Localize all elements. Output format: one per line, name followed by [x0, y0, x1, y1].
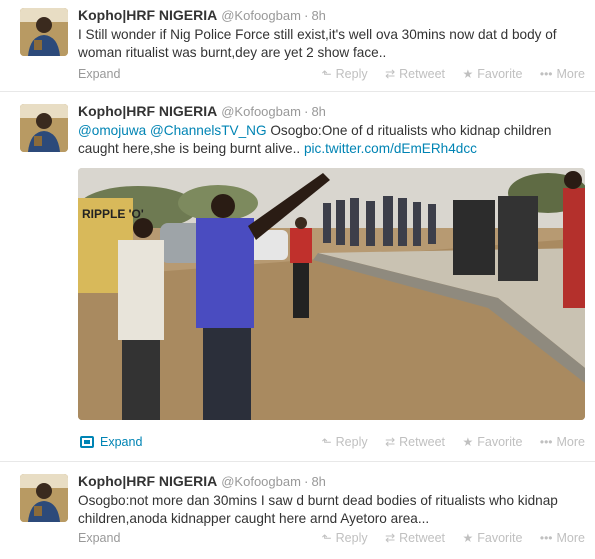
retweet-icon: ⇄ [385, 67, 396, 81]
timeline: Kopho|HRF NIGERIA @Kofoogbam · 8h I Still w… [0, 0, 595, 559]
reply-button[interactable]: ⬑ Reply [322, 531, 368, 545]
tweet-footer: Expand ⬑ Reply ⇄ Retweet ★ Favorite ••• More [78, 531, 585, 547]
username[interactable]: @Kofoogbam [221, 8, 301, 23]
expand-link[interactable]: Expand [100, 435, 142, 449]
username[interactable]: @Kofoogbam [221, 474, 301, 489]
more-button[interactable]: ••• More [540, 67, 585, 81]
retweet-icon: ⇄ [385, 435, 396, 449]
separator-dot: · [303, 104, 309, 119]
reply-label: Reply [335, 531, 368, 545]
favorite-button[interactable]: ★ Favorite [463, 435, 523, 449]
tweet-footer: Expand ⬑ Reply ⇄ Retweet ★ Favorite ••• More [78, 67, 585, 83]
fullname[interactable]: Kopho|HRF NIGERIA [78, 7, 217, 23]
tweet-content: Kopho|HRF NIGERIA @Kofoogbam · 8h Osogbo:no… [78, 472, 585, 528]
retweet-button[interactable]: ⇄ Retweet [385, 435, 445, 449]
pic-link[interactable]: pic.twitter.com/dEmERh4dcc [304, 141, 477, 156]
more-icon: ••• [539, 531, 553, 545]
timestamp[interactable]: 8h [311, 104, 325, 119]
more-label: More [556, 531, 585, 545]
more-label: More [556, 67, 585, 81]
favorite-button[interactable]: ★ Favorite [463, 67, 523, 81]
retweet-icon: ⇄ [385, 531, 396, 545]
separator-dot: · [303, 474, 309, 489]
tweet-photo[interactable]: RIPPLE 'O' [78, 168, 585, 420]
mention-link[interactable]: @omojuwa [78, 123, 146, 138]
tweet-header: Kopho|HRF NIGERIA @Kofoogbam · 8h [78, 6, 585, 24]
tweet-actions: ⬑ Reply ⇄ Retweet ★ Favorite ••• More [308, 435, 585, 449]
avatar[interactable] [20, 474, 68, 522]
avatar[interactable] [20, 8, 68, 56]
more-button[interactable]: ••• More [540, 531, 585, 545]
favorite-label: Favorite [477, 67, 523, 81]
fullname[interactable]: Kopho|HRF NIGERIA [78, 473, 217, 489]
tweet-content: Kopho|HRF NIGERIA @Kofoogbam · 8h I Still w… [78, 6, 585, 62]
reply-label: Reply [335, 435, 368, 449]
tweet-actions: ⬑ Reply ⇄ Retweet ★ Favorite ••• More [308, 67, 585, 81]
favorite-icon: ★ [462, 531, 474, 545]
photo-sign-text: RIPPLE 'O' [82, 207, 144, 221]
more-label: More [556, 435, 585, 449]
retweet-button[interactable]: ⇄ Retweet [385, 67, 445, 81]
tweet[interactable]: Kopho|HRF NIGERIA @Kofoogbam · 8h Osogbo:no… [0, 462, 595, 559]
retweet-label: Retweet [399, 67, 446, 81]
reply-button[interactable]: ⬑ Reply [322, 67, 368, 81]
tweet-header: Kopho|HRF NIGERIA @Kofoogbam · 8h [78, 472, 585, 490]
more-icon: ••• [539, 67, 553, 81]
mention-link[interactable]: @ChannelsTV_NG [150, 123, 267, 138]
reply-label: Reply [335, 67, 368, 81]
more-icon: ••• [539, 435, 553, 449]
tweet-header: Kopho|HRF NIGERIA @Kofoogbam · 8h [78, 102, 585, 120]
tweet-text: @omojuwa @ChannelsTV_NG Osogbo:One of d … [78, 122, 585, 158]
favorite-button[interactable]: ★ Favorite [463, 531, 523, 545]
separator-dot: · [303, 8, 309, 23]
tweet-text: I Still wonder if Nig Police Force still… [78, 27, 557, 60]
timestamp[interactable]: 8h [311, 474, 325, 489]
favorite-icon: ★ [462, 435, 474, 449]
reply-icon: ⬑ [321, 67, 332, 81]
more-button[interactable]: ••• More [540, 435, 585, 449]
reply-button[interactable]: ⬑ Reply [322, 435, 368, 449]
fullname[interactable]: Kopho|HRF NIGERIA [78, 103, 217, 119]
retweet-label: Retweet [399, 531, 446, 545]
favorite-icon: ★ [462, 67, 474, 81]
expand-link[interactable]: Expand [78, 531, 120, 545]
favorite-label: Favorite [477, 531, 523, 545]
tweet[interactable]: Kopho|HRF NIGERIA @Kofoogbam · 8h @omojuwa … [0, 92, 595, 462]
timestamp[interactable]: 8h [311, 8, 325, 23]
tweet-text: Osogbo:not more dan 30mins I saw d burnt… [78, 493, 558, 526]
tweet-actions: ⬑ Reply ⇄ Retweet ★ Favorite ••• More [308, 531, 585, 545]
favorite-label: Favorite [477, 435, 523, 449]
reply-icon: ⬑ [321, 531, 332, 545]
retweet-button[interactable]: ⇄ Retweet [385, 531, 445, 545]
retweet-label: Retweet [399, 435, 446, 449]
tweet-footer: Expand ⬑ Reply ⇄ Retweet ★ Favorite ••• More [78, 435, 585, 451]
tweet[interactable]: Kopho|HRF NIGERIA @Kofoogbam · 8h I Still w… [0, 0, 595, 92]
tweet-content: Kopho|HRF NIGERIA @Kofoogbam · 8h @omojuwa … [78, 102, 585, 158]
media-icon [80, 436, 94, 448]
reply-icon: ⬑ [321, 435, 332, 449]
username[interactable]: @Kofoogbam [221, 104, 301, 119]
expand-link[interactable]: Expand [78, 67, 120, 81]
avatar[interactable] [20, 104, 68, 152]
